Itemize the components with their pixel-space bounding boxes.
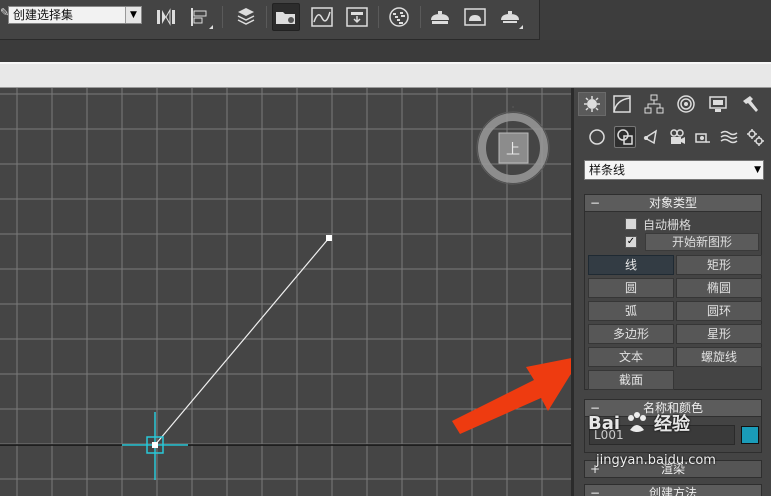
main-toolbar: ✎ 创建选择集 ▼	[0, 0, 540, 40]
object-subtype-dropdown[interactable]: 样条线 ▼	[584, 160, 764, 180]
rollout-object-type: − 对象类型 自动栅格 ✓ 开始新图形 线 矩形 圆 椭圆 弧 圆环 多边形 星…	[584, 194, 762, 390]
systems-gear-icon	[747, 129, 764, 146]
chevron-down-icon[interactable]: ▼	[125, 7, 141, 23]
material-editor-button[interactable]	[385, 3, 413, 31]
flyout-corner-icon	[209, 25, 213, 29]
render-setup-icon	[431, 11, 449, 24]
material-editor-icon	[389, 7, 409, 27]
object-color-swatch[interactable]	[741, 426, 759, 444]
render-setup-button[interactable]	[426, 3, 454, 31]
category-helpers[interactable]	[692, 126, 714, 148]
category-lights[interactable]	[640, 126, 662, 148]
helix-button[interactable]: 螺旋线	[676, 347, 762, 367]
align-button[interactable]	[186, 3, 214, 31]
category-systems[interactable]	[744, 126, 766, 148]
rollout-header[interactable]: − 对象类型	[585, 195, 761, 212]
rollout-title: 对象类型	[648, 196, 697, 210]
watermark-brand: Bai	[588, 412, 621, 434]
sphere-icon	[589, 129, 605, 145]
svg-text:·: ·	[512, 103, 515, 112]
section-button[interactable]: 截面	[588, 370, 674, 390]
rollout-creation-method: − 创建方法	[584, 484, 762, 496]
toolbar-separator	[378, 6, 379, 28]
rendered-frame-button[interactable]	[461, 3, 489, 31]
hammer-icon	[743, 96, 758, 112]
rollout-title: 创建方法	[648, 486, 697, 496]
top-viewport[interactable]: 上 ·	[0, 88, 571, 496]
donut-button[interactable]: 圆环	[676, 301, 762, 321]
paw-logo-icon	[628, 412, 647, 432]
start-new-shape-checkbox[interactable]: ✓	[625, 236, 637, 248]
circle-button[interactable]: 圆	[588, 278, 674, 298]
curve-editor-icon	[311, 7, 333, 27]
start-new-shape-checkbox-row[interactable]: ✓	[625, 234, 637, 250]
tab-motion[interactable]	[672, 92, 700, 116]
toolbar-separator	[266, 6, 267, 28]
scene-explorer-button[interactable]	[272, 3, 300, 31]
tab-hierarchy[interactable]	[640, 92, 668, 116]
arc-button[interactable]: 弧	[588, 301, 674, 321]
viewcube-face-label: 上	[506, 142, 520, 158]
viewport-canvas[interactable]: 上 ·	[0, 88, 571, 496]
render-production-button[interactable]	[496, 3, 524, 31]
auto-grid-label: 自动栅格	[643, 217, 692, 232]
named-selection-set-value: 创建选择集	[13, 8, 74, 22]
mirror-button[interactable]	[152, 3, 180, 31]
watermark-url: jingyan.baidu.com	[596, 453, 716, 468]
toolbar-empty-area	[540, 0, 771, 40]
line-button[interactable]: 线	[588, 255, 674, 275]
layer-manager-icon	[237, 8, 255, 25]
viewcube[interactable]: 上 ·	[476, 103, 550, 185]
helper-icon	[695, 133, 710, 143]
star-button[interactable]: 星形	[676, 324, 762, 344]
start-new-shape-button[interactable]: 开始新图形	[645, 233, 759, 251]
auto-grid-checkbox-row[interactable]: 自动栅格	[625, 216, 691, 232]
layer-manager-button[interactable]	[232, 3, 260, 31]
collapse-icon[interactable]: −	[590, 195, 600, 211]
toolbar-strip	[0, 40, 771, 62]
hierarchy-icon	[644, 94, 664, 114]
render-frame-icon	[464, 8, 486, 26]
mirror-icon	[157, 8, 175, 26]
ellipse-button[interactable]: 椭圆	[676, 278, 762, 298]
scene-explorer-icon	[276, 12, 295, 24]
camera-icon	[670, 129, 685, 144]
baidu-watermark: Bai 经验	[588, 410, 690, 436]
annotation-arrow	[452, 358, 571, 434]
category-cameras[interactable]	[666, 126, 688, 148]
ribbon-bar	[0, 62, 771, 88]
category-space-warps[interactable]	[718, 126, 740, 148]
auto-grid-checkbox[interactable]	[625, 218, 637, 230]
text-button[interactable]: 文本	[588, 347, 674, 367]
space-warp-icon	[720, 130, 738, 144]
schematic-view-icon	[346, 7, 368, 27]
flyout-corner-icon	[519, 25, 523, 29]
chevron-down-icon[interactable]: ▼	[754, 161, 761, 179]
tab-modify[interactable]	[608, 92, 636, 116]
tab-display[interactable]	[704, 92, 732, 116]
display-icon	[709, 96, 727, 112]
collapse-icon[interactable]: −	[590, 485, 600, 496]
toolbar-separator	[222, 6, 223, 28]
spline-vertex	[326, 235, 332, 241]
rectangle-button[interactable]: 矩形	[676, 255, 762, 275]
curve-editor-button[interactable]	[308, 3, 336, 31]
create-icon	[584, 96, 600, 112]
light-icon	[643, 129, 658, 145]
tab-utilities[interactable]	[736, 92, 764, 116]
snap-cursor	[122, 412, 188, 480]
schematic-view-button[interactable]	[343, 3, 371, 31]
rollout-header[interactable]: − 创建方法	[585, 485, 761, 496]
motion-icon	[677, 95, 695, 113]
toolbar-separator	[420, 6, 421, 28]
shapes-icon	[617, 129, 633, 145]
ngon-button[interactable]: 多边形	[588, 324, 674, 344]
named-selection-set-dropdown[interactable]: 创建选择集 ▼	[8, 6, 142, 24]
category-shapes[interactable]	[614, 126, 636, 148]
object-subtype-value: 样条线	[589, 163, 626, 177]
category-geometry[interactable]	[586, 126, 608, 148]
watermark-brand-cn: 经验	[654, 414, 691, 435]
tab-create[interactable]	[578, 92, 606, 116]
modify-icon	[613, 95, 631, 113]
